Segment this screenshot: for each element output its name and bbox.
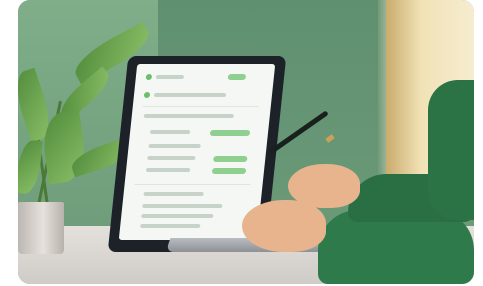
screen-pill (209, 130, 251, 136)
screen-line (143, 114, 234, 118)
resting-hand (242, 200, 326, 252)
screen-line (142, 204, 223, 208)
screen-line (141, 214, 214, 218)
screen-line (149, 130, 191, 134)
screen-divider (142, 106, 259, 107)
screen-line (147, 156, 196, 160)
screen-line (148, 144, 201, 148)
plant-pot (18, 202, 64, 254)
screen-pill (211, 168, 247, 174)
screen-check-icon (143, 92, 151, 98)
screen-line (145, 168, 191, 172)
screen-line (143, 192, 204, 196)
screen-pill (212, 156, 248, 162)
sleeve-shoulder (428, 80, 474, 220)
screen-divider (134, 184, 251, 185)
screen-line (155, 75, 185, 79)
screen-line (140, 224, 201, 228)
screen-line (153, 93, 227, 97)
photo-frame (18, 0, 474, 284)
screen-pill (227, 74, 247, 80)
screen-logo-icon (145, 74, 153, 80)
